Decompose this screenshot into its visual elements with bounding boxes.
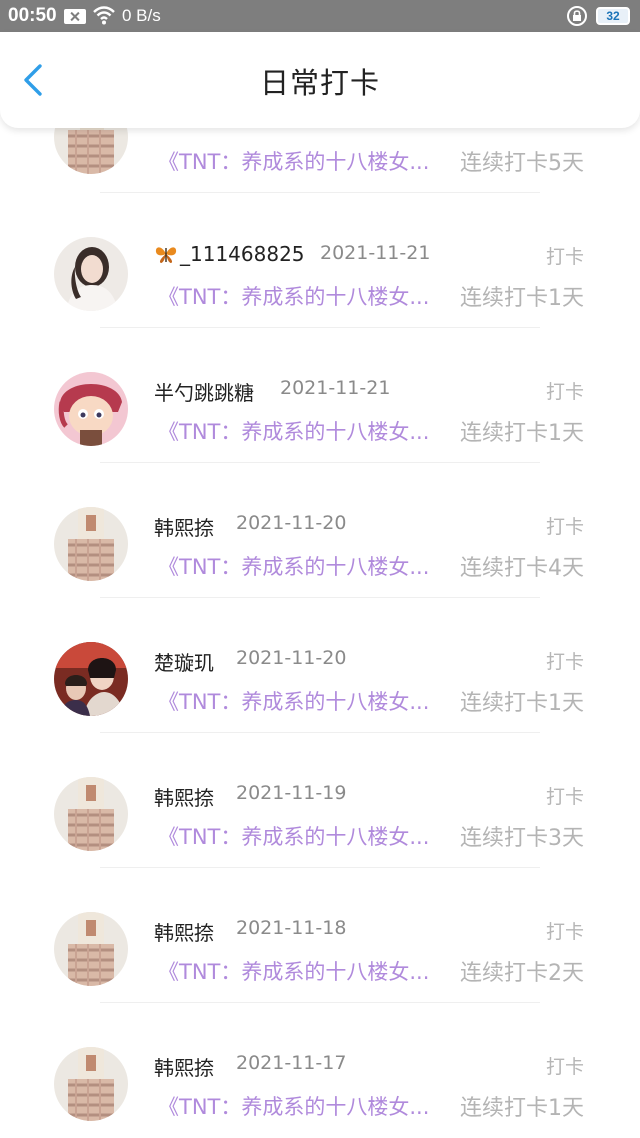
user-name[interactable]: 韩熙捺: [154, 917, 214, 946]
divider: [100, 732, 540, 733]
user-name-text: _111468825: [180, 242, 305, 266]
avatar[interactable]: [54, 1047, 128, 1121]
streak-count: 连续打卡1天: [460, 421, 584, 446]
clock: 00:50: [8, 5, 57, 26]
divider: [100, 597, 540, 598]
divider: [100, 327, 540, 328]
avatar[interactable]: [54, 642, 128, 716]
checkin-date: 2021-11-21: [280, 377, 391, 399]
book-title[interactable]: 《TNT：养成系的十八楼女...: [158, 956, 429, 986]
avatar[interactable]: [54, 912, 128, 986]
checkin-tag: 打卡: [545, 786, 584, 808]
checkin-tag: 打卡: [545, 381, 584, 403]
app-header: 日常打卡: [0, 32, 640, 128]
page-title: 日常打卡: [259, 66, 380, 100]
user-name[interactable]: 韩熙捺: [154, 512, 214, 541]
checkin-list: 《TNT：养成系的十八楼女... 连续打卡5天 _111468825 2021-: [0, 0, 640, 1138]
list-item[interactable]: 楚璇玑 2021-11-20 打卡 《TNT：养成系的十八楼女... 连续打卡1…: [0, 640, 640, 775]
list-item[interactable]: 韩熙捺 2021-11-18 打卡 《TNT：养成系的十八楼女... 连续打卡2…: [0, 910, 640, 1045]
checkin-tag: 打卡: [545, 246, 584, 268]
user-name[interactable]: 楚璇玑: [154, 647, 214, 676]
notification-icon: [64, 9, 86, 24]
user-name[interactable]: 半勺跳跳糖: [154, 377, 254, 406]
book-title[interactable]: 《TNT：养成系的十八楼女...: [158, 821, 429, 851]
user-name[interactable]: 韩熙捺: [154, 1052, 214, 1081]
rotation-lock-icon: [567, 6, 587, 26]
list-item[interactable]: 韩熙捺 2021-11-20 打卡 《TNT：养成系的十八楼女... 连续打卡4…: [0, 505, 640, 640]
streak-count: 连续打卡2天: [460, 961, 584, 986]
book-title[interactable]: 《TNT：养成系的十八楼女...: [158, 686, 429, 716]
book-title[interactable]: 《TNT：养成系的十八楼女...: [158, 416, 429, 446]
checkin-tag: 打卡: [545, 1056, 584, 1078]
list-item[interactable]: 韩熙捺 2021-11-17 打卡 《TNT：养成系的十八楼女... 连续打卡1…: [0, 1045, 640, 1138]
streak-count: 连续打卡5天: [460, 151, 584, 176]
checkin-date: 2021-11-20: [236, 512, 347, 534]
avatar[interactable]: [54, 372, 128, 446]
streak-count: 连续打卡1天: [460, 286, 584, 311]
divider: [100, 1002, 540, 1003]
user-name[interactable]: 韩熙捺: [154, 782, 214, 811]
status-bar: 00:50 0 B/s 32: [0, 0, 640, 32]
network-speed: 0 B/s: [122, 6, 161, 25]
checkin-date: 2021-11-20: [236, 647, 347, 669]
streak-count: 连续打卡3天: [460, 826, 584, 851]
list-item[interactable]: 韩熙捺 2021-11-19 打卡 《TNT：养成系的十八楼女... 连续打卡3…: [0, 775, 640, 910]
checkin-tag: 打卡: [545, 516, 584, 538]
checkin-date: 2021-11-18: [236, 917, 347, 939]
book-title[interactable]: 《TNT：养成系的十八楼女...: [158, 1091, 429, 1121]
checkin-tag: 打卡: [545, 921, 584, 943]
book-title[interactable]: 《TNT：养成系的十八楼女...: [158, 281, 429, 311]
streak-count: 连续打卡1天: [460, 1096, 584, 1121]
battery-icon: 32: [596, 7, 630, 25]
checkin-date: 2021-11-21: [320, 242, 431, 264]
book-title[interactable]: 《TNT：养成系的十八楼女...: [158, 146, 429, 176]
list-item[interactable]: _111468825 2021-11-21 打卡 《TNT：养成系的十八楼女..…: [0, 235, 640, 370]
divider: [100, 867, 540, 868]
wifi-icon: [93, 6, 115, 25]
streak-count: 连续打卡4天: [460, 556, 584, 581]
avatar[interactable]: [54, 507, 128, 581]
user-name[interactable]: _111468825: [154, 242, 305, 266]
checkin-tag: 打卡: [545, 651, 584, 673]
avatar[interactable]: [54, 237, 128, 311]
book-title[interactable]: 《TNT：养成系的十八楼女...: [158, 551, 429, 581]
divider: [100, 462, 540, 463]
checkin-date: 2021-11-17: [236, 1052, 347, 1074]
streak-count: 连续打卡1天: [460, 691, 584, 716]
divider: [100, 192, 540, 193]
avatar[interactable]: [54, 777, 128, 851]
checkin-date: 2021-11-19: [236, 782, 347, 804]
butterfly-icon: [155, 247, 177, 263]
list-item[interactable]: 半勺跳跳糖 2021-11-21 打卡 《TNT：养成系的十八楼女... 连续打…: [0, 370, 640, 505]
